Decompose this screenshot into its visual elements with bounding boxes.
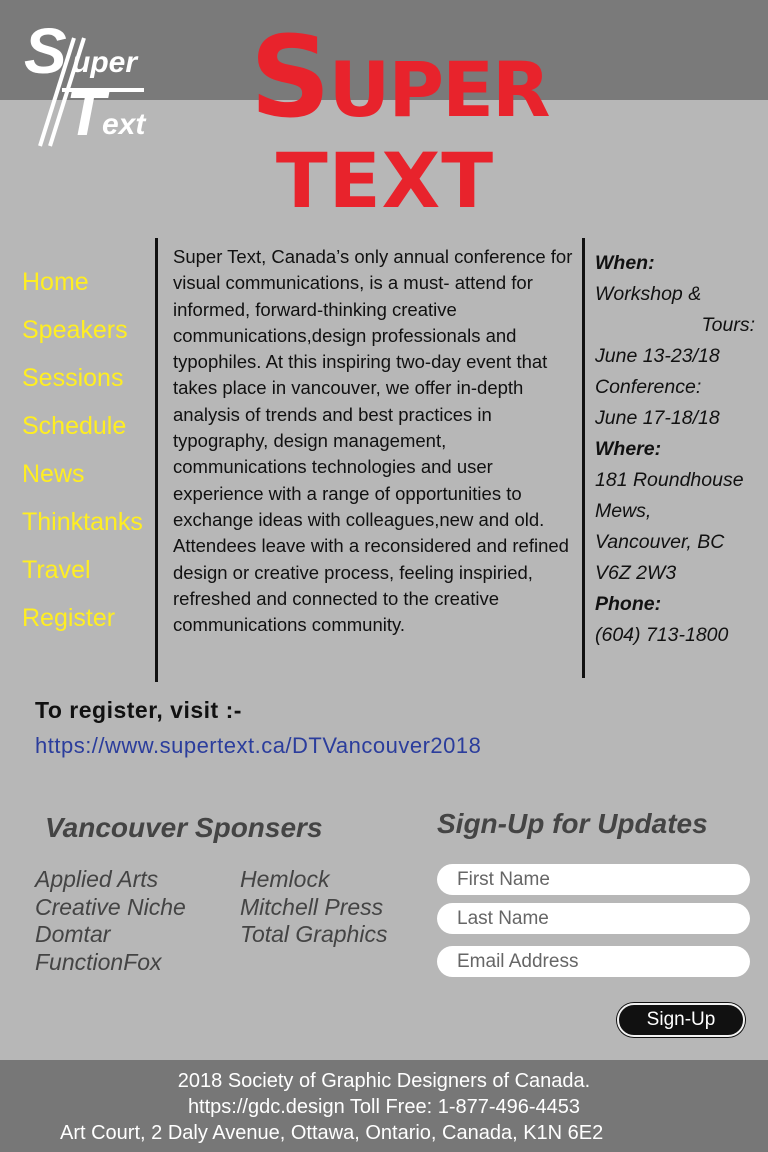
footer-line-1: 2018 Society of Graphic Designers of Can… — [177, 1070, 591, 1092]
sponsor-item: Hemlock — [240, 866, 330, 892]
sponsor-item: FunctionFox — [35, 948, 162, 975]
last-name-field[interactable] — [437, 903, 750, 934]
register-heading: To register, visit :- — [35, 697, 242, 723]
when-label: When: — [595, 252, 655, 274]
nav-item-speakers[interactable]: Speakers — [22, 310, 152, 358]
logo-letter-s: S — [24, 15, 67, 87]
phone-number: (604) 713-1800 — [595, 624, 729, 646]
nav-item-thinktanks[interactable]: Thinktanks — [22, 502, 152, 550]
logo-text-uper: uper — [72, 46, 138, 79]
address-line-3: Vancouver, BC — [595, 531, 725, 553]
event-description: Super Text, Canada’s only annual confere… — [173, 246, 573, 636]
nav-item-news[interactable]: News — [22, 454, 152, 502]
sponsors-column-1: Applied Arts Creative Niche Domtar Funct… — [35, 866, 186, 976]
sponsor-item: Total Graphics — [240, 921, 388, 947]
conference-dates: June 17-18/18 — [595, 407, 720, 429]
footer-line-3: Art Court, 2 Daly Avenue, Ottawa, Ontari… — [60, 1122, 604, 1144]
event-info: When: Workshop & Tours: June 13-23/18 Co… — [595, 248, 767, 651]
main-nav: Home Speakers Sessions Schedule News Thi… — [22, 262, 152, 646]
sponsor-item: Domtar — [35, 921, 111, 947]
sponsors-column-2: Hemlock Mitchell Press Total Graphics — [240, 866, 387, 949]
nav-item-schedule[interactable]: Schedule — [22, 406, 152, 454]
logo-text-ext: ext — [102, 108, 146, 141]
title-initial: S — [250, 13, 331, 143]
title-line-1: SUPER — [250, 22, 551, 142]
address-line-2: Mews, — [595, 500, 652, 522]
tours-label: Tours: — [701, 314, 755, 336]
signup-heading: Sign-Up for Updates — [437, 808, 708, 839]
logo-letter-t: T — [66, 77, 106, 149]
email-field[interactable] — [437, 946, 750, 977]
super-text-logo[interactable]: S uper T ext — [22, 15, 162, 149]
nav-item-travel[interactable]: Travel — [22, 550, 152, 598]
nav-item-home[interactable]: Home — [22, 262, 152, 310]
sponsor-item: Creative Niche — [35, 893, 186, 920]
where-label: Where: — [595, 438, 662, 460]
phone-label: Phone: — [595, 593, 662, 615]
nav-item-register[interactable]: Register — [22, 598, 152, 646]
nav-item-sessions[interactable]: Sessions — [22, 358, 152, 406]
sponsor-item: Applied Arts — [35, 866, 159, 892]
footer-line-2: https://gdc.design Toll Free: 1-877-496-… — [187, 1096, 581, 1118]
divider-left — [155, 238, 158, 682]
divider-right — [582, 238, 585, 678]
title-rest: UPER — [328, 45, 551, 134]
workshop-dates: June 13-23/18 — [595, 345, 720, 367]
sponsors-heading: Vancouver Sponsers — [45, 812, 323, 843]
first-name-field[interactable] — [437, 864, 750, 895]
register-link[interactable]: https://www.supertext.ca/DTVancouver2018 — [35, 733, 481, 759]
footer: 2018 Society of Graphic Designers of Can… — [0, 1060, 768, 1152]
workshop-label: Workshop & — [595, 283, 702, 305]
conference-label: Conference: — [595, 376, 702, 398]
sponsor-item: Mitchell Press — [240, 893, 384, 920]
title-line-2: TEXT — [275, 136, 495, 225]
signup-button[interactable]: Sign-Up — [617, 1003, 745, 1037]
address-line-4: V6Z 2W3 — [595, 562, 677, 584]
page-title: SUPER TEXT — [250, 22, 551, 219]
address-line-1: 181 Roundhouse — [595, 469, 744, 491]
